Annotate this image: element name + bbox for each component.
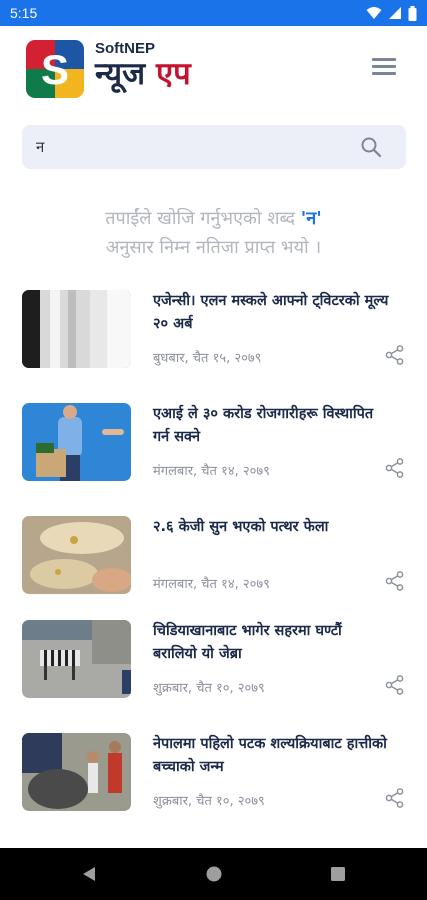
status-bar: 5:15 bbox=[0, 0, 427, 26]
waterfall-photo bbox=[22, 290, 131, 368]
news-title[interactable]: नेपालमा पहिलो पटक शल्यक्रियाबाट हात्तीको… bbox=[153, 733, 389, 779]
hamburger-menu-icon[interactable] bbox=[372, 58, 396, 80]
news-title[interactable]: एजेन्सी। एलन मस्कले आफ्नो ट्विटरको मूल्य… bbox=[153, 290, 389, 336]
result-message-prefix: तपाईंले खोजि गर्नुभएको शब्द bbox=[105, 208, 301, 229]
brand-name-small: SoftNEP bbox=[95, 40, 155, 57]
home-icon[interactable] bbox=[204, 864, 224, 884]
result-message-suffix: अनुसार निम्न नतिजा प्राप्त भयो । bbox=[105, 237, 322, 258]
news-item[interactable]: चिडियाखानाबाट भागेर सहरमा घण्टौं बरालियो… bbox=[22, 620, 406, 700]
back-icon[interactable] bbox=[79, 864, 99, 884]
news-date: बुधबार, चैत १५, २०७९ bbox=[153, 351, 262, 366]
share-icon[interactable] bbox=[384, 674, 406, 696]
battery-icon bbox=[408, 5, 417, 21]
news-item[interactable]: नेपालमा पहिलो पटक शल्यक्रियाबाट हात्तीको… bbox=[22, 733, 406, 813]
share-icon[interactable] bbox=[384, 570, 406, 592]
share-icon[interactable] bbox=[384, 787, 406, 809]
wifi-icon bbox=[366, 7, 382, 19]
search-input[interactable] bbox=[36, 125, 356, 169]
app-logo: S bbox=[26, 40, 84, 98]
status-icons bbox=[366, 5, 417, 21]
brand-title: न्यूज एप bbox=[95, 56, 191, 93]
search-box bbox=[22, 125, 406, 169]
news-item[interactable]: एजेन्सी। एलन मस्कले आफ्नो ट्विटरको मूल्य… bbox=[22, 290, 406, 370]
recents-icon[interactable] bbox=[328, 864, 348, 884]
search-result-message: तपाईंले खोजि गर्नुभएको शब्द 'न' अनुसार न… bbox=[20, 204, 407, 262]
news-title[interactable]: एआई ले ३० करोड रोजगारीहरू विस्थापित गर्न… bbox=[153, 403, 389, 449]
news-item[interactable]: २.६ केजी सुन भएको पत्थर फेला मंगलबार, चै… bbox=[22, 516, 406, 596]
signal-icon bbox=[389, 7, 401, 19]
share-icon[interactable] bbox=[384, 457, 406, 479]
result-query: 'न' bbox=[300, 208, 322, 229]
status-time: 5:15 bbox=[10, 5, 38, 21]
baby-elephant-photo bbox=[22, 733, 131, 811]
gold-rock-photo bbox=[22, 516, 131, 594]
brand-title-news: न्यूज bbox=[95, 56, 146, 92]
news-date: शुक्रबार, चैत १०, २०७९ bbox=[153, 794, 265, 809]
share-icon[interactable] bbox=[384, 344, 406, 366]
navigation-bar bbox=[0, 848, 427, 900]
brand-title-app: एप bbox=[155, 56, 191, 92]
news-title[interactable]: चिडियाखानाबाट भागेर सहरमा घण्टौं बरालियो… bbox=[153, 620, 389, 666]
logo-letter: S bbox=[41, 46, 69, 93]
news-item[interactable]: एआई ले ३० करोड रोजगारीहरू विस्थापित गर्न… bbox=[22, 403, 406, 483]
man-with-box-photo bbox=[22, 403, 131, 481]
news-date: मंगलबार, चैत १४, २०७९ bbox=[153, 577, 270, 592]
news-date: मंगलबार, चैत १४, २०७९ bbox=[153, 464, 270, 479]
news-date: शुक्रबार, चैत १०, २०७९ bbox=[153, 681, 265, 696]
search-icon[interactable] bbox=[360, 136, 382, 158]
news-title[interactable]: २.६ केजी सुन भएको पत्थर फेला bbox=[153, 516, 389, 539]
zebra-street-photo bbox=[22, 620, 131, 698]
